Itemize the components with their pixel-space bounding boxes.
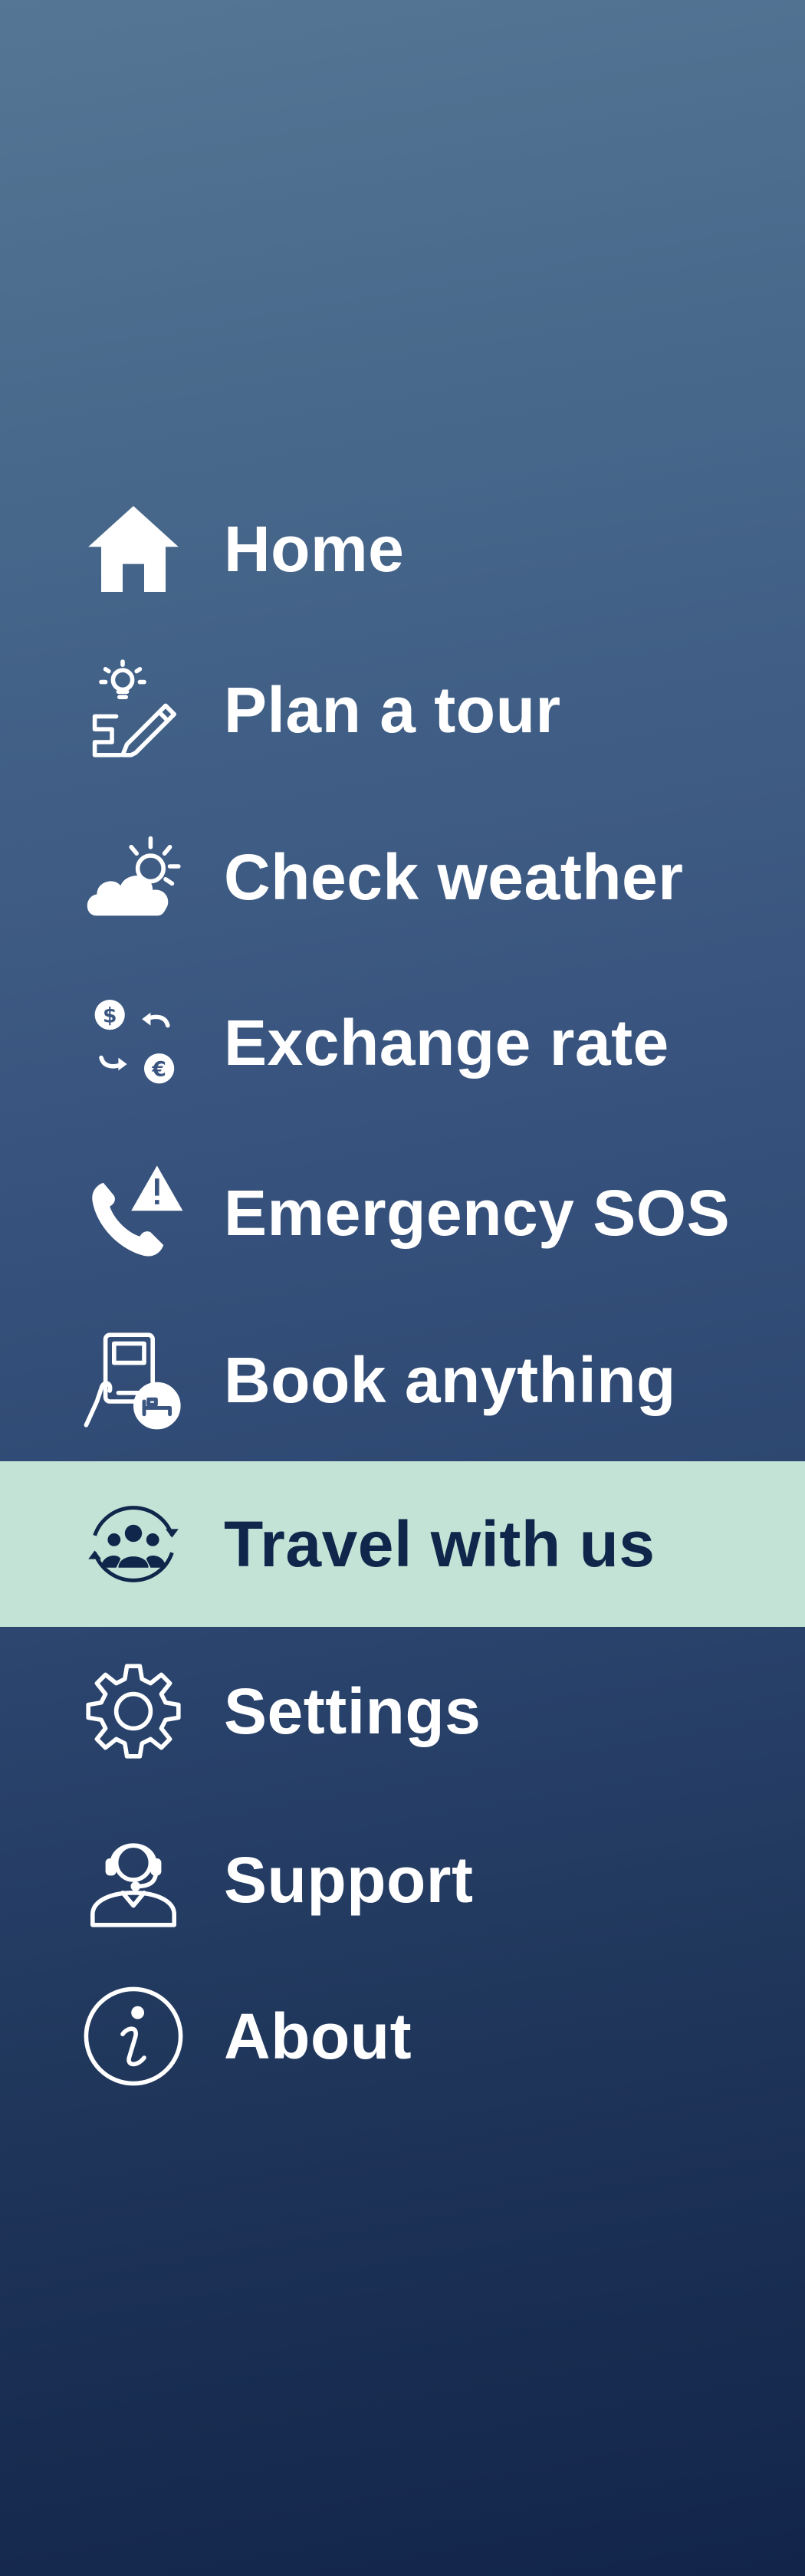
menu-item-label: Check weather <box>224 841 684 913</box>
booking-icon <box>80 1326 187 1434</box>
menu-item-label: Emergency SOS <box>224 1177 731 1249</box>
menu-item-book-anything[interactable]: Book anything <box>0 1297 805 1463</box>
plan-tour-icon <box>80 656 187 764</box>
weather-icon <box>80 823 187 931</box>
menu-item-about[interactable]: About <box>0 1953 805 2119</box>
menu-item-check-weather[interactable]: Check weather <box>0 794 805 960</box>
home-icon <box>80 495 187 603</box>
menu-item-exchange-rate[interactable]: $ € Exchange rate <box>0 960 805 1125</box>
support-agent-icon <box>80 1826 187 1934</box>
menu-item-label: Support <box>224 1844 474 1916</box>
menu-item-label: Travel with us <box>224 1508 656 1580</box>
menu-item-label: Exchange rate <box>224 1007 669 1079</box>
menu-item-label: About <box>224 2000 412 2072</box>
menu-item-travel-with-us[interactable]: Travel with us <box>0 1461 805 1627</box>
gear-icon <box>80 1658 187 1765</box>
svg-text:€: € <box>151 1057 166 1081</box>
svg-text:$: $ <box>103 1004 117 1027</box>
menu-item-plan-a-tour[interactable]: Plan a tour <box>0 627 805 793</box>
menu-item-settings[interactable]: Settings <box>0 1628 805 1794</box>
menu-item-label: Settings <box>224 1675 481 1747</box>
menu-item-label: Home <box>224 513 405 585</box>
menu-item-emergency-sos[interactable]: Emergency SOS <box>0 1130 805 1296</box>
side-menu: Home Plan a tour Check weather $ € Excha… <box>0 0 805 2576</box>
menu-item-home[interactable]: Home <box>0 466 805 632</box>
group-travel-icon <box>80 1490 187 1598</box>
emergency-phone-icon <box>80 1159 187 1267</box>
menu-item-support[interactable]: Support <box>0 1797 805 1963</box>
menu-item-label: Plan a tour <box>224 674 561 746</box>
currency-exchange-icon: $ € <box>80 989 187 1096</box>
menu-item-label: Book anything <box>224 1344 676 1416</box>
info-icon <box>80 1983 187 2090</box>
